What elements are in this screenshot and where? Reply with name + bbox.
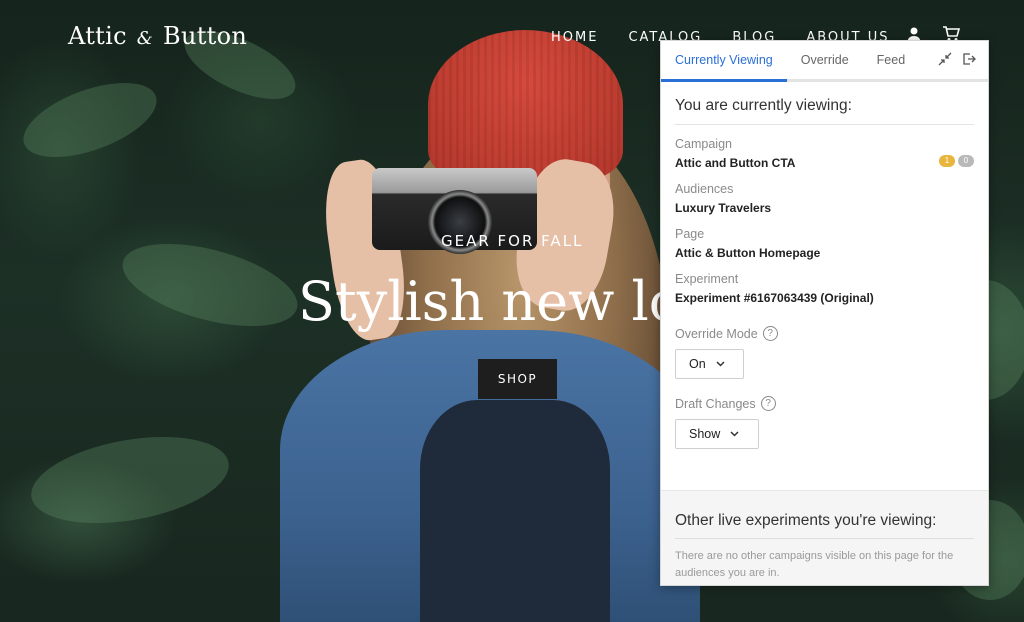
audiences-value: Luxury Travelers	[675, 201, 772, 215]
help-icon[interactable]: ?	[762, 326, 778, 341]
tab-override[interactable]: Override	[801, 41, 849, 79]
campaign-badges: 1 0	[939, 154, 974, 167]
experiment-value: Experiment #6167063439 (Original)	[675, 291, 874, 305]
hero-photo-tshirt	[420, 400, 610, 622]
site-logo[interactable]: Attic & Button	[68, 22, 247, 50]
experiment-label: Experiment	[675, 272, 739, 286]
exit-icon[interactable]	[962, 52, 976, 69]
page-label: Page	[675, 227, 705, 241]
tab-currently-viewing[interactable]: Currently Viewing	[661, 41, 787, 82]
tab-icons	[938, 52, 976, 69]
nav-home[interactable]: HOME	[551, 30, 598, 45]
chevron-down-icon	[716, 359, 725, 370]
other-experiments-heading: Other live experiments you're viewing:	[675, 491, 974, 539]
page-value: Attic & Button Homepage	[675, 246, 821, 260]
override-mode-label-row: Override Mode ?	[675, 326, 974, 341]
tab-feed[interactable]: Feed	[877, 41, 906, 79]
panel-tabs: Currently Viewing Override Feed	[661, 41, 988, 82]
campaign-value: Attic and Button CTA	[675, 156, 796, 170]
preview-panel: Currently Viewing Override Feed You are …	[660, 40, 989, 586]
other-experiments-text: There are no other campaigns visible on …	[675, 550, 954, 579]
draft-changes-value: Show	[689, 427, 721, 441]
other-experiments-section: Other live experiments you're viewing: T…	[661, 490, 988, 585]
help-icon[interactable]: ?	[760, 396, 776, 411]
hero-title: Stylish new lo	[298, 270, 682, 333]
chevron-down-icon	[730, 429, 739, 440]
campaign-label: Campaign	[675, 137, 732, 151]
campaign-badge-b: 0	[958, 154, 974, 167]
collapse-icon[interactable]	[938, 52, 952, 69]
audiences-label: Audiences	[675, 182, 734, 196]
logo-part2: Button	[163, 22, 248, 50]
override-mode-select[interactable]: On	[675, 349, 744, 379]
currently-viewing-heading: You are currently viewing:	[675, 82, 974, 125]
draft-changes-select[interactable]: Show	[675, 419, 759, 449]
logo-part1: Attic	[68, 22, 127, 50]
draft-changes-label: Draft Changes	[675, 396, 756, 411]
override-mode-label: Override Mode	[675, 326, 758, 341]
shop-button[interactable]: SHOP	[478, 359, 557, 399]
override-mode-value: On	[689, 357, 706, 371]
hero-photo-beanie	[428, 30, 623, 180]
campaign-badge-a: 1	[939, 154, 955, 167]
logo-ampersand: &	[136, 28, 154, 49]
draft-changes-label-row: Draft Changes ?	[675, 396, 974, 411]
hero-kicker: GEAR FOR FALL	[441, 232, 584, 250]
